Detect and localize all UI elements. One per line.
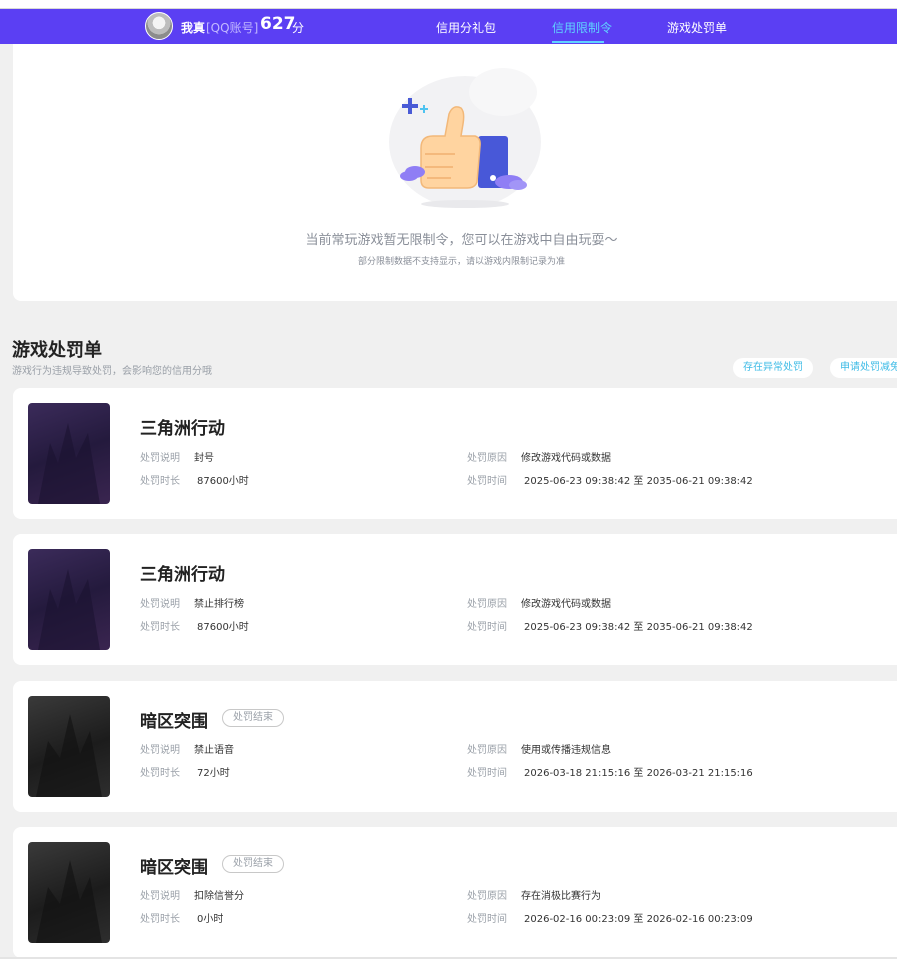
game-cover-image — [28, 549, 110, 650]
credit-score: 627 — [260, 14, 296, 34]
duration-value: 87600小时 — [197, 622, 249, 633]
game-cover-image — [28, 842, 110, 943]
status-badge: 处罚结束 — [222, 709, 284, 727]
reason-value: 使用或传播违规信息 — [521, 745, 611, 756]
duration-value: 0小时 — [197, 914, 224, 925]
description-value: 扣除信誉分 — [194, 891, 244, 902]
duration-value: 72小时 — [197, 768, 230, 779]
avatar[interactable] — [145, 12, 173, 40]
game-title: 三角洲行动 — [140, 419, 225, 439]
description-value: 封号 — [194, 453, 214, 464]
empty-state-subtitle: 部分限制数据不支持显示，请以游戏内限制记录为准 — [357, 257, 565, 267]
game-title: 暗区突围 — [140, 858, 208, 878]
duration-label: 处罚时长 — [140, 476, 180, 487]
reason-value: 修改游戏代码或数据 — [521, 453, 611, 464]
penalty-card[interactable]: 三角洲行动 处罚说明 禁止排行榜 处罚时长 87600小时 处罚原因 修改游戏代… — [13, 534, 897, 665]
tab-game-penalty[interactable]: 游戏处罚单 — [667, 19, 727, 36]
time-value: 2025-06-23 09:38:42 至 2035-06-21 09:38:4… — [524, 476, 753, 487]
game-title: 三角洲行动 — [140, 565, 225, 585]
reason-label: 处罚原因 — [467, 891, 507, 902]
reason-label: 处罚原因 — [467, 745, 507, 756]
duration-label: 处罚时长 — [140, 914, 180, 925]
penalty-card[interactable]: 暗区突围 处罚结束 处罚说明 禁止语音 处罚时长 72小时 处罚原因 使用或传播… — [13, 681, 897, 812]
description-label: 处罚说明 — [140, 599, 180, 610]
time-value: 2025-06-23 09:38:42 至 2035-06-21 09:38:4… — [524, 622, 753, 633]
reason-value: 修改游戏代码或数据 — [521, 599, 611, 610]
penalty-section-title: 游戏处罚单 — [12, 340, 102, 361]
top-border — [0, 0, 897, 9]
account-type-tag: [QQ账号] — [206, 21, 259, 35]
reason-label: 处罚原因 — [467, 453, 507, 464]
abnormal-penalty-button[interactable]: 存在异常处罚 — [733, 358, 813, 378]
game-cover-image — [28, 696, 110, 797]
tab-credit-gift[interactable]: 信用分礼包 — [436, 19, 496, 36]
reason-value: 存在消极比赛行为 — [521, 891, 601, 902]
reason-label: 处罚原因 — [467, 599, 507, 610]
empty-state-title: 当前常玩游戏暂无限制令，您可以在游戏中自由玩耍～ — [305, 233, 618, 248]
description-label: 处罚说明 — [140, 745, 180, 756]
status-badge: 处罚结束 — [222, 855, 284, 873]
time-label: 处罚时间 — [467, 476, 507, 487]
duration-label: 处罚时长 — [140, 622, 180, 633]
apply-penalty-reduction-button[interactable]: 申请处罚减免 — [830, 358, 897, 378]
active-tab-underline — [552, 41, 604, 43]
thumbs-up-icon — [389, 68, 541, 208]
duration-value: 87600小时 — [197, 476, 249, 487]
description-label: 处罚说明 — [140, 891, 180, 902]
time-label: 处罚时间 — [467, 914, 507, 925]
penalty-card[interactable]: 暗区突围 处罚结束 处罚说明 扣除信誉分 处罚时长 0小时 处罚原因 存在消极比… — [13, 827, 897, 958]
tab-credit-restriction[interactable]: 信用限制令 — [552, 19, 612, 36]
time-value: 2026-02-16 00:23:09 至 2026-02-16 00:23:0… — [524, 914, 753, 925]
top-nav-bar: 我真 [QQ账号] 627 分 信用分礼包 信用限制令 游戏处罚单 — [0, 9, 897, 44]
credit-score-unit: 分 — [292, 21, 305, 35]
description-value: 禁止语音 — [194, 745, 234, 756]
description-label: 处罚说明 — [140, 453, 180, 464]
description-value: 禁止排行榜 — [194, 599, 244, 610]
penalty-card[interactable]: 三角洲行动 处罚说明 封号 处罚时长 87600小时 处罚原因 修改游戏代码或数… — [13, 388, 897, 519]
time-label: 处罚时间 — [467, 768, 507, 779]
penalty-section-subtitle: 游戏行为违规导致处罚，会影响您的信用分哦 — [12, 366, 212, 377]
game-cover-image — [28, 403, 110, 504]
game-title: 暗区突围 — [140, 712, 208, 732]
duration-label: 处罚时长 — [140, 768, 180, 779]
username: 我真 — [181, 21, 206, 35]
time-value: 2026-03-18 21:15:16 至 2026-03-21 21:15:1… — [524, 768, 753, 779]
time-label: 处罚时间 — [467, 622, 507, 633]
